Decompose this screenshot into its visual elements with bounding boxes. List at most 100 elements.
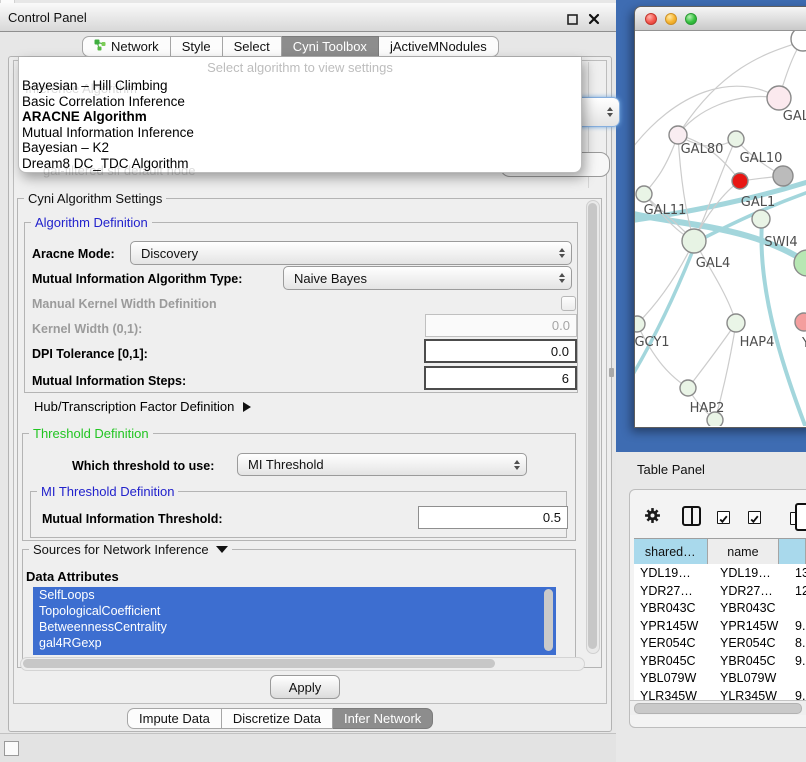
tab-network[interactable]: Network bbox=[82, 36, 171, 57]
algorithm-option-mutual-information-inference[interactable]: Mutual Information Inference bbox=[22, 125, 578, 141]
manual-kernel-checkbox[interactable] bbox=[561, 296, 576, 311]
mi-type-select[interactable]: Naive Bayes bbox=[283, 266, 572, 290]
manual-kernel-label: Manual Kernel Width Definition bbox=[32, 297, 217, 311]
table-panel-title: Table Panel bbox=[637, 462, 705, 477]
column-header-shared[interactable]: shared… bbox=[634, 539, 708, 565]
spinner-icon bbox=[607, 107, 613, 117]
table-row[interactable]: YER054CYER054C8. bbox=[634, 634, 806, 652]
node-label-gcy1: GCY1 bbox=[635, 335, 670, 350]
tab-style[interactable]: Style bbox=[171, 36, 223, 57]
node-label-swi4: SWI4 bbox=[764, 235, 797, 250]
float-window-icon[interactable] bbox=[567, 12, 578, 23]
close-icon[interactable] bbox=[588, 12, 599, 23]
data-attributes-label: Data Attributes bbox=[26, 569, 119, 584]
algorithm-option-dream8-dc-tdc-algorithm[interactable]: Dream8 DC_TDC Algorithm bbox=[22, 156, 578, 172]
table-row[interactable]: YLR345WYLR345W9. bbox=[634, 687, 806, 701]
tab-cyni-toolbox[interactable]: Cyni Toolbox bbox=[282, 36, 379, 57]
algorithm-option-aracne-algorithm[interactable]: ARACNE Algorithm bbox=[22, 109, 578, 125]
network-icon bbox=[94, 39, 106, 54]
checked-checkbox-icon[interactable] bbox=[717, 511, 730, 524]
algorithm-option-bayesian-k2[interactable]: Bayesian – K2 bbox=[22, 140, 578, 156]
checked-checkbox-icon[interactable] bbox=[748, 511, 761, 524]
settings-group-title: Cyni Algorithm Settings bbox=[24, 191, 166, 206]
table-row[interactable]: YPR145WYPR145W9. bbox=[634, 617, 806, 635]
settings-vertical-scrollbar[interactable] bbox=[586, 200, 600, 654]
table-row[interactable]: YDL19…YDL19…13 bbox=[634, 564, 806, 582]
attribute-item-topologicalcoefficient[interactable]: TopologicalCoefficient bbox=[33, 603, 556, 619]
mi-steps-input[interactable]: 6 bbox=[424, 366, 577, 390]
node-label-gal10: GAL10 bbox=[740, 151, 783, 166]
settings-horizontal-scrollbar[interactable] bbox=[20, 657, 585, 671]
attribute-item-betweennesscentrality[interactable]: BetweennessCentrality bbox=[33, 619, 556, 635]
column-header-extra[interactable] bbox=[779, 539, 806, 565]
list-scrollbar[interactable] bbox=[544, 589, 553, 651]
cyni-bottom-tabs: Impute DataDiscretize DataInfer Network bbox=[127, 708, 433, 729]
gear-icon[interactable] bbox=[644, 507, 661, 529]
collapse-down-icon bbox=[216, 546, 228, 553]
attribute-item-gal4rgexp[interactable]: gal4RGexp bbox=[33, 635, 556, 651]
document-icon-partial[interactable] bbox=[795, 503, 806, 531]
network-node[interactable] bbox=[773, 166, 793, 186]
table-row[interactable]: YBL079WYBL079W bbox=[634, 669, 806, 687]
sources-group-title[interactable]: Sources for Network Inference bbox=[29, 542, 232, 557]
which-threshold-select[interactable]: MI Threshold bbox=[237, 453, 527, 476]
node-label-gal2: GAL2 bbox=[783, 109, 806, 124]
table-row[interactable]: YBR043CYBR043C bbox=[634, 599, 806, 617]
network-node[interactable] bbox=[791, 31, 806, 51]
network-view-window: GAL2GAL80GAL10GAL11GAL1SWI4GAL4GCY1HAP4Y… bbox=[634, 6, 806, 428]
apply-button[interactable]: Apply bbox=[270, 675, 340, 699]
zoom-traffic-icon[interactable] bbox=[685, 13, 697, 25]
network-node[interactable] bbox=[767, 86, 791, 110]
dock-panel-icon[interactable] bbox=[4, 741, 19, 756]
network-node[interactable] bbox=[752, 210, 770, 228]
aracne-mode-label: Aracne Mode: bbox=[32, 247, 115, 261]
table-horizontal-scrollbar[interactable] bbox=[630, 700, 806, 715]
dpi-tolerance-input[interactable]: 0.0 bbox=[424, 339, 577, 363]
network-canvas[interactable]: GAL2GAL80GAL10GAL11GAL1SWI4GAL4GCY1HAP4Y… bbox=[635, 31, 806, 426]
table-body[interactable]: YDL19…YDL19…13YDR27…YDR27…12YBR043CYBR04… bbox=[634, 564, 806, 700]
tab-discretize-data[interactable]: Discretize Data bbox=[222, 708, 333, 729]
node-label-gal80: GAL80 bbox=[681, 142, 724, 157]
which-threshold-label: Which threshold to use: bbox=[72, 459, 214, 473]
column-header-name[interactable]: name bbox=[708, 539, 780, 565]
aracne-mode-select[interactable]: Discovery bbox=[130, 241, 572, 265]
kernel-width-input[interactable]: 0.0 bbox=[425, 314, 577, 337]
algorithm-option-bayesian-hill-climbing[interactable]: Bayesian – Hill Climbing bbox=[22, 78, 578, 94]
attribute-item-selfloops[interactable]: SelfLoops bbox=[33, 587, 556, 603]
algorithm-option-basic-correlation-inference[interactable]: Basic Correlation Inference bbox=[22, 94, 578, 110]
data-attributes-list[interactable]: SelfLoopsTopologicalCoefficientBetweenne… bbox=[33, 587, 556, 655]
algorithm-dropdown-popup: Inference Algorithm gal-filtered sif def… bbox=[18, 57, 582, 173]
kernel-width-label: Kernel Width (0,1): bbox=[32, 322, 142, 336]
network-node[interactable] bbox=[680, 380, 696, 396]
mi-type-label: Mutual Information Algorithm Type: bbox=[32, 272, 242, 286]
tab-infer-network[interactable]: Infer Network bbox=[333, 708, 433, 729]
tab-impute-data[interactable]: Impute Data bbox=[127, 708, 222, 729]
threshold-definition-title: Threshold Definition bbox=[29, 426, 153, 441]
network-node[interactable] bbox=[682, 229, 706, 253]
network-node[interactable] bbox=[636, 186, 652, 202]
network-node[interactable] bbox=[795, 313, 806, 331]
panel-divider-grip[interactable] bbox=[609, 368, 614, 377]
screen: Control Panel NetworkStyleSelectCyni Too… bbox=[0, 0, 806, 762]
table-header: shared…name bbox=[634, 538, 806, 566]
spinner-icon bbox=[559, 273, 565, 283]
table-row[interactable]: YDR27…YDR27…12 bbox=[634, 582, 806, 600]
panel-title: Control Panel bbox=[8, 10, 87, 25]
tab-select[interactable]: Select bbox=[223, 36, 282, 57]
network-node[interactable] bbox=[727, 314, 745, 332]
close-traffic-icon[interactable] bbox=[645, 13, 657, 25]
hub-definition-expander[interactable]: Hub/Transcription Factor Definition bbox=[34, 399, 251, 414]
network-node[interactable] bbox=[635, 316, 645, 332]
network-window-titlebar[interactable] bbox=[635, 7, 806, 31]
tab-jactivemnodules[interactable]: jActiveMNodules bbox=[379, 36, 499, 57]
node-label-hap2: HAP2 bbox=[690, 401, 725, 416]
minimize-traffic-icon[interactable] bbox=[665, 13, 677, 25]
network-node[interactable] bbox=[732, 173, 748, 189]
mi-threshold-input[interactable]: 0.5 bbox=[418, 506, 568, 529]
table-row[interactable]: YBR045CYBR045C9. bbox=[634, 652, 806, 670]
split-columns-icon[interactable] bbox=[682, 506, 701, 526]
mi-threshold-group-title: MI Threshold Definition bbox=[37, 484, 178, 499]
dpi-tolerance-label: DPI Tolerance [0,1]: bbox=[32, 347, 148, 361]
network-node[interactable] bbox=[728, 131, 744, 147]
node-label-y: Y bbox=[801, 336, 806, 351]
